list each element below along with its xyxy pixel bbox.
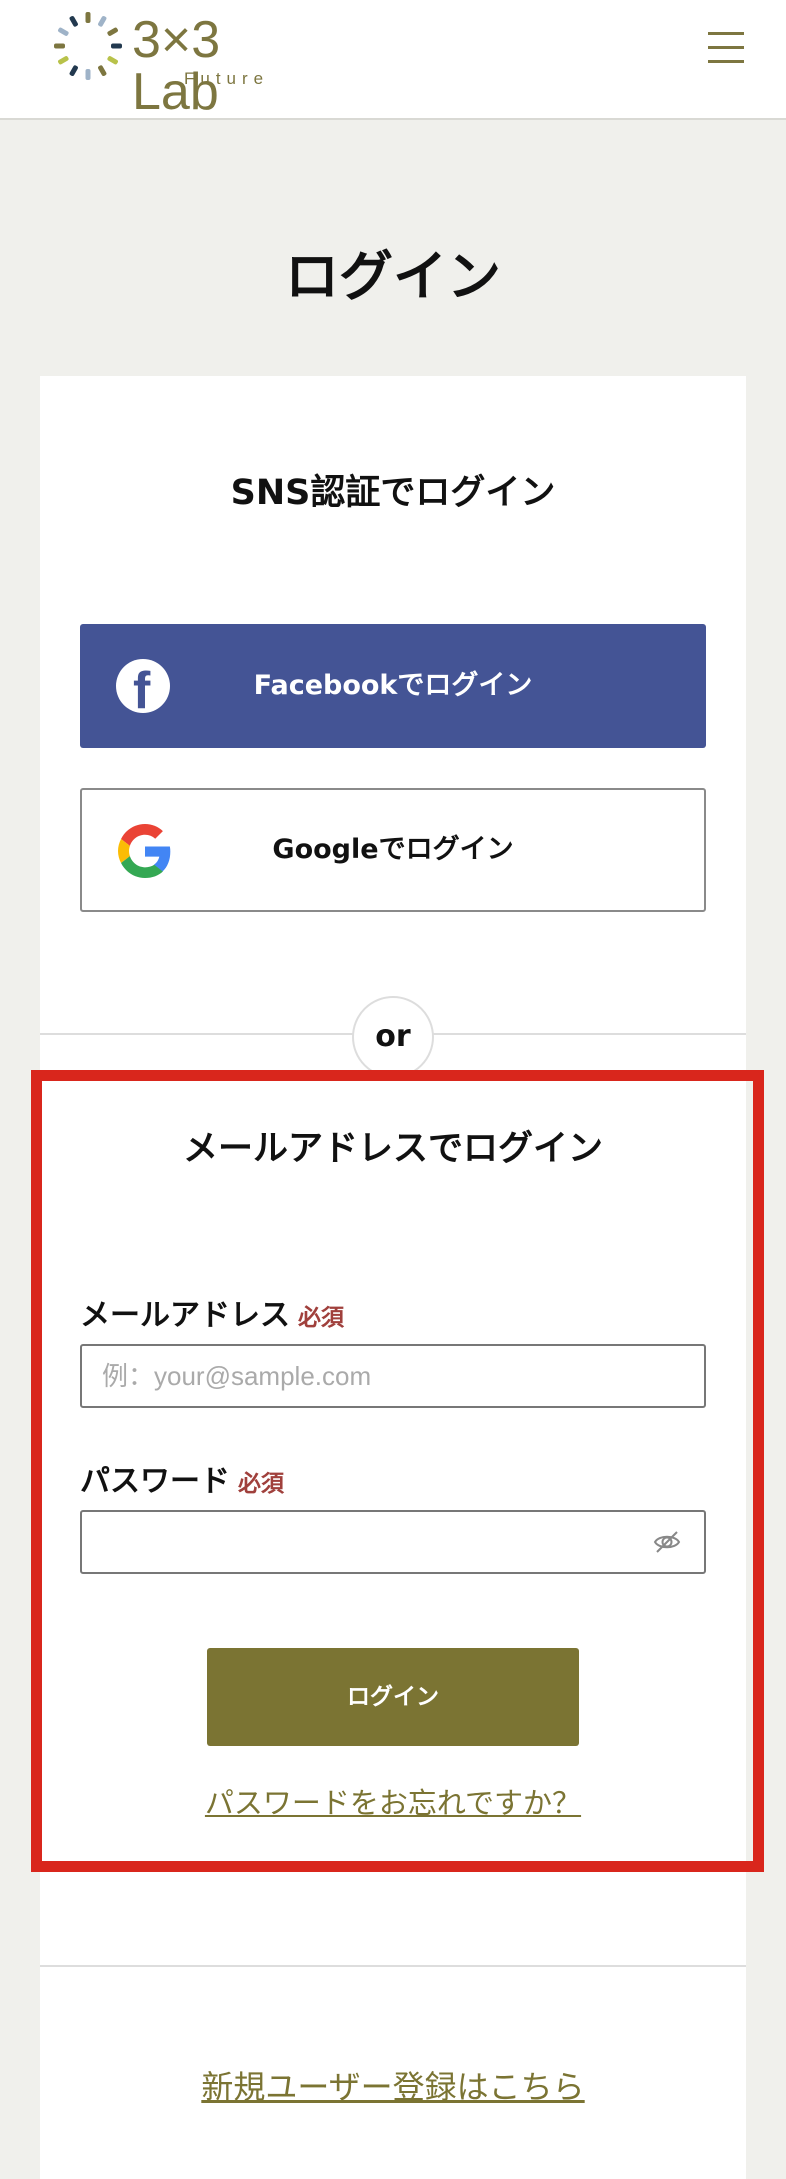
or-separator: or [352, 996, 434, 1078]
page-title: ログイン [285, 245, 501, 308]
logo-subtitle: Future [184, 69, 270, 88]
eye-slash-icon[interactable] [652, 1530, 682, 1554]
logo-text: 3×3 Lab [132, 11, 221, 121]
email-required-badge: 必須 [298, 1305, 344, 1331]
forgot-password-link[interactable]: パスワードをお忘れですか？ [40, 1780, 746, 1822]
register-link[interactable]: 新規ユーザー登録はこちら [40, 2062, 746, 2108]
google-login-button[interactable]: Googleでログイン [80, 788, 706, 912]
register-divider [40, 1965, 746, 1967]
site-header: 3×3 Lab Future [0, 0, 786, 120]
email-field-label: メールアドレス 必須 [80, 1290, 344, 1334]
password-required-badge: 必須 [238, 1471, 284, 1497]
logo-mark-icon [54, 12, 122, 80]
email-input[interactable] [80, 1344, 706, 1408]
facebook-login-button[interactable]: f Facebookでログイン [80, 624, 706, 748]
google-login-label: Googleでログイン [272, 834, 514, 865]
email-login-heading: メールアドレスでログイン [182, 1129, 603, 1169]
sns-login-heading: SNS認証でログイン [230, 473, 556, 513]
hamburger-menu-icon[interactable] [706, 32, 746, 70]
site-logo[interactable]: 3×3 Lab Future [50, 8, 320, 118]
login-card: SNS認証でログイン f Facebookでログイン Googleでログイン o… [40, 376, 746, 2179]
password-input[interactable] [80, 1510, 706, 1574]
login-submit-button[interactable]: ログイン [207, 1648, 579, 1746]
password-label-text: パスワード [80, 1464, 230, 1499]
facebook-login-label: Facebookでログイン [253, 670, 533, 701]
email-label-text: メールアドレス [80, 1298, 290, 1333]
password-field-label: パスワード 必須 [80, 1456, 284, 1500]
